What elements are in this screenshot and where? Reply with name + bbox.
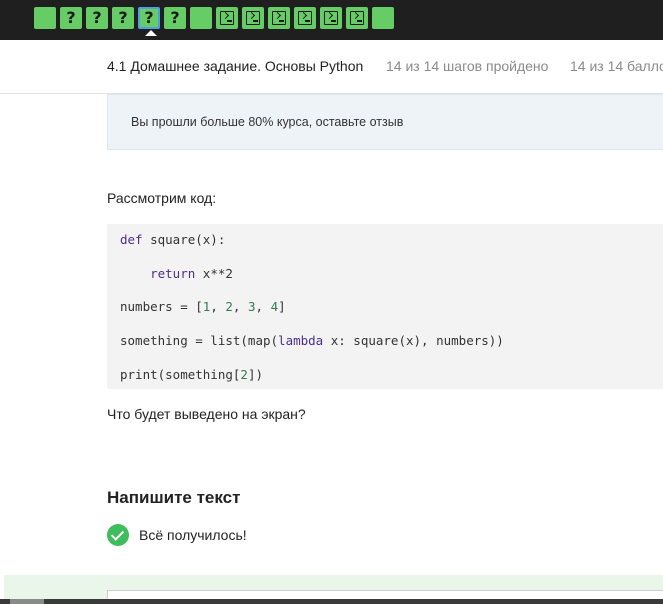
step-5-button-current[interactable]: ? xyxy=(138,7,160,36)
question-icon: ? xyxy=(92,8,102,27)
feedback-notice[interactable]: Вы прошли больше 80% курса, оставьте отз… xyxy=(107,94,663,150)
terminal-icon xyxy=(246,11,260,25)
code-text: ]) xyxy=(247,367,264,382)
code-line-3: numbers = [1, 2, 3, 4] xyxy=(120,299,286,314)
code-text: square(x): xyxy=(142,232,226,247)
code-keyword: return xyxy=(120,266,196,281)
code-keyword: def xyxy=(120,232,143,247)
code-number: 2 xyxy=(225,299,233,314)
code-keyword: lambda xyxy=(278,333,324,348)
step-12-button[interactable] xyxy=(320,7,342,29)
steps-progress: 14 из 14 шагов пройдено xyxy=(386,58,549,74)
code-number: 2 xyxy=(240,367,248,382)
lesson-header: 4.1 Домашнее задание. Основы Python 14 и… xyxy=(0,40,663,94)
step-14-button[interactable] xyxy=(372,7,394,29)
step-9-button[interactable] xyxy=(242,7,264,29)
step-3-button[interactable]: ? xyxy=(86,7,108,29)
current-step-pointer xyxy=(145,30,157,36)
terminal-icon xyxy=(272,11,286,25)
step-navigation-bar: ? ? ? ? ? xyxy=(0,0,663,40)
question-icon: ? xyxy=(66,8,76,27)
answer-status: Всё получилось! xyxy=(139,527,247,543)
scrollbar-thumb[interactable] xyxy=(10,599,44,604)
code-text: numbers = [ xyxy=(120,299,203,314)
terminal-icon xyxy=(350,11,364,25)
code-text: something = list(map( xyxy=(120,333,279,348)
code-text: x**2 xyxy=(195,266,233,281)
terminal-icon xyxy=(324,11,338,25)
code-text: x: square(x), numbers)) xyxy=(323,333,504,348)
task-question: Что будет выведено на экран? xyxy=(107,406,306,422)
question-icon: ? xyxy=(144,8,154,27)
code-block: def square(x): return x**2 numbers = [1,… xyxy=(107,224,663,389)
lesson-title[interactable]: 4.1 Домашнее задание. Основы Python xyxy=(107,58,363,74)
code-line-1: def square(x): xyxy=(120,232,225,247)
code-line-5: print(something[2]) xyxy=(120,367,263,382)
step-13-button[interactable] xyxy=(346,7,368,29)
question-icon: ? xyxy=(118,8,128,27)
step-4-button[interactable]: ? xyxy=(112,7,134,29)
question-icon: ? xyxy=(170,8,180,27)
terminal-icon xyxy=(298,11,312,25)
step-10-button[interactable] xyxy=(268,7,290,29)
step-7-button[interactable] xyxy=(190,7,212,29)
horizontal-scrollbar[interactable] xyxy=(0,599,663,604)
task-intro: Рассмотрим код: xyxy=(107,190,217,206)
step-8-button[interactable] xyxy=(216,7,238,29)
step-1-button[interactable] xyxy=(34,7,56,29)
code-text: , xyxy=(210,299,226,314)
answer-heading: Напишите текст xyxy=(107,488,241,507)
check-circle-icon xyxy=(107,524,129,546)
code-text: , xyxy=(232,299,248,314)
step-11-button[interactable] xyxy=(294,7,316,29)
step-6-button[interactable]: ? xyxy=(164,7,186,29)
code-number: 4 xyxy=(270,299,279,314)
code-number: 3 xyxy=(247,299,256,314)
score-progress: 14 из 14 баллов xyxy=(570,58,663,74)
step-2-button[interactable]: ? xyxy=(60,7,82,29)
code-line-4: something = list(map(lambda x: square(x)… xyxy=(120,333,504,348)
feedback-notice-text[interactable]: Вы прошли больше 80% курса, оставьте отз… xyxy=(131,115,403,129)
code-line-2: return x**2 xyxy=(120,266,233,281)
code-text: print(something[ xyxy=(120,367,241,382)
code-text: ] xyxy=(278,299,286,314)
terminal-icon xyxy=(220,11,234,25)
code-text: , xyxy=(255,299,271,314)
